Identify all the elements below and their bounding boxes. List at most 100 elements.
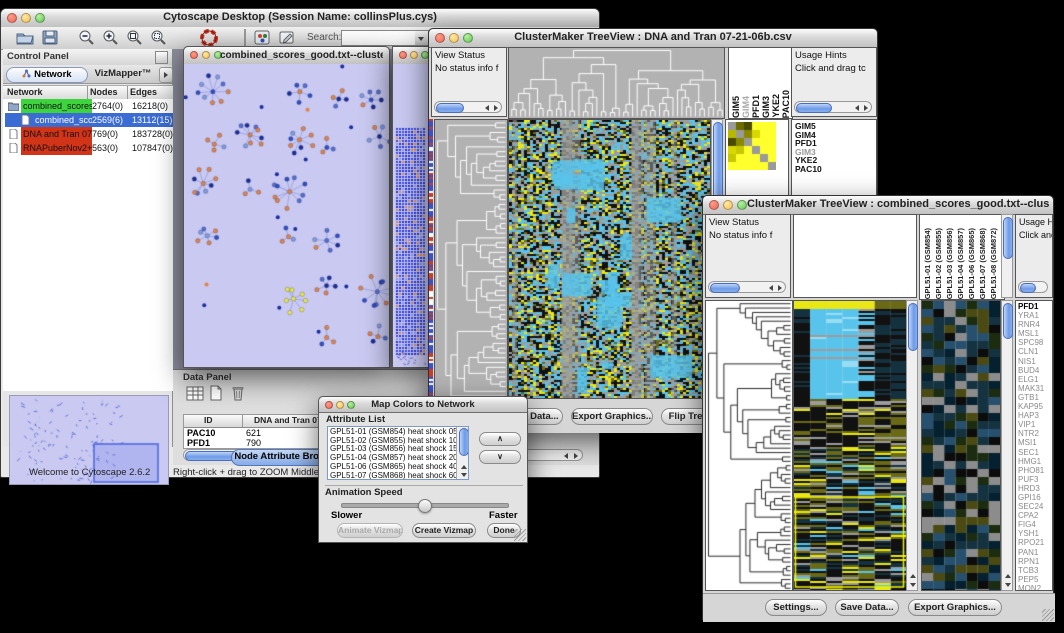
- close-icon[interactable]: [7, 13, 17, 23]
- gene-label[interactable]: MON2: [1018, 584, 1052, 591]
- row-value[interactable]: 790: [246, 438, 261, 448]
- animation-slider[interactable]: [341, 503, 509, 508]
- vscroll-thumb[interactable]: [1003, 303, 1013, 339]
- close-icon[interactable]: [325, 401, 333, 409]
- col-nodes[interactable]: Nodes: [90, 87, 118, 97]
- gene-label[interactable]: TCB3: [1018, 566, 1052, 575]
- gene-label[interactable]: FIG4: [1018, 520, 1052, 529]
- close-icon[interactable]: [190, 51, 198, 59]
- gene-label[interactable]: RPO21: [1018, 538, 1052, 547]
- close-icon[interactable]: [399, 51, 407, 59]
- tab-vizmapper[interactable]: VizMapper™: [88, 67, 158, 81]
- gene-label[interactable]: RNR4: [1018, 320, 1052, 329]
- maximize-icon[interactable]: [463, 33, 473, 43]
- animate-vizmap-button[interactable]: Animate Vizmap: [337, 523, 403, 538]
- gene-label[interactable]: PFD1: [1018, 302, 1052, 311]
- scroll-left-icon[interactable]: [485, 105, 489, 111]
- gene-label[interactable]: RPN1: [1018, 557, 1052, 566]
- attribute-listbox[interactable]: GPL51-01 (GSM854) heat shock 05 minGPL51…: [327, 426, 469, 480]
- hscroll-thumb[interactable]: [436, 103, 464, 113]
- slider-thumb[interactable]: [418, 499, 432, 513]
- scroll-right-icon[interactable]: [864, 105, 868, 111]
- tv2-status-hscrollbar[interactable]: [708, 281, 786, 293]
- zoom-fit-icon[interactable]: [125, 29, 145, 46]
- gene-label[interactable]: KAP95: [1018, 402, 1052, 411]
- gene-label[interactable]: ELG1: [1018, 375, 1052, 384]
- scroll-down-icon[interactable]: [910, 583, 916, 587]
- float-panel-icon[interactable]: [155, 51, 168, 64]
- search-input[interactable]: [341, 30, 417, 46]
- gene-label[interactable]: SEC24: [1018, 502, 1052, 511]
- tv2-heatmap[interactable]: [793, 300, 908, 591]
- gene-label[interactable]: HAP3: [1018, 411, 1052, 420]
- col-network[interactable]: Network: [7, 87, 43, 97]
- tv2-heatmap-vscrollbar[interactable]: [906, 300, 918, 591]
- gene-label[interactable]: PAC10: [795, 165, 876, 174]
- maximize-icon[interactable]: [347, 401, 355, 409]
- annotation-icon[interactable]: [278, 29, 298, 46]
- hscroll-thumb[interactable]: [710, 283, 740, 293]
- help-lifering-icon[interactable]: [199, 29, 219, 46]
- gene-label[interactable]: MAK31: [1018, 384, 1052, 393]
- move-up-button[interactable]: ∧: [479, 432, 521, 446]
- scroll-right-icon[interactable]: [574, 453, 578, 459]
- column-label[interactable]: GIM3: [761, 96, 771, 118]
- minimize-icon[interactable]: [449, 33, 459, 43]
- maximize-icon[interactable]: [737, 200, 747, 210]
- gene-label[interactable]: GTB1: [1018, 393, 1052, 402]
- tv2-row-dendrogram[interactable]: [705, 300, 793, 591]
- export-graphics-button[interactable]: Export Graphics...: [908, 599, 1002, 616]
- gene-label[interactable]: PEP5: [1018, 575, 1052, 584]
- row-id[interactable]: PAC10: [187, 428, 215, 438]
- column-label[interactable]: YKE2: [771, 94, 781, 118]
- zoom-in-icon[interactable]: [101, 29, 121, 46]
- vscroll-thumb[interactable]: [1003, 217, 1013, 259]
- hscroll-thumb[interactable]: [1020, 283, 1036, 293]
- network-row[interactable]: DNA and Tran 07 769(0) 183728(0): [5, 127, 173, 141]
- tv2-collabel-vscrollbar[interactable]: [1001, 214, 1013, 298]
- gene-label[interactable]: CLN1: [1018, 347, 1052, 356]
- tv1-status-hscrollbar[interactable]: [434, 101, 502, 113]
- treeview2-title-bar[interactable]: ClusterMaker TreeView : combined_scores_…: [703, 196, 1053, 215]
- column-label[interactable]: GPL51-04 (GSM857): [955, 228, 966, 299]
- network-canvas-2[interactable]: [393, 64, 431, 367]
- close-icon[interactable]: [435, 33, 445, 43]
- gene-label[interactable]: MSI1: [1018, 438, 1052, 447]
- tab-network[interactable]: Network: [6, 67, 88, 83]
- row-value[interactable]: 621: [246, 428, 261, 438]
- tv1-zoomed-heatmap[interactable]: [728, 122, 776, 170]
- zoom-selected-icon[interactable]: [149, 29, 169, 46]
- col-id[interactable]: ID: [204, 415, 213, 425]
- resize-grip[interactable]: [1042, 609, 1054, 621]
- gene-label[interactable]: NIS1: [1018, 357, 1052, 366]
- export-graphics-button[interactable]: Export Graphics...: [571, 408, 653, 425]
- listbox-vscrollbar[interactable]: [456, 427, 468, 479]
- minimize-icon[interactable]: [202, 51, 210, 59]
- gene-label[interactable]: BUD4: [1018, 366, 1052, 375]
- create-vizmap-button[interactable]: Create Vizmap: [412, 523, 476, 538]
- tv1-row-dendrogram[interactable]: [434, 119, 508, 399]
- trash-icon[interactable]: [231, 385, 251, 402]
- minimize-icon[interactable]: [336, 401, 344, 409]
- scroll-down-icon[interactable]: [461, 473, 467, 477]
- hscroll-thumb[interactable]: [796, 103, 832, 113]
- column-label[interactable]: PFD1: [751, 95, 761, 118]
- column-label[interactable]: GPL51-08 (GSM872): [988, 228, 999, 299]
- minimize-icon[interactable]: [723, 200, 733, 210]
- scroll-left-icon[interactable]: [769, 285, 773, 291]
- scroll-left-icon[interactable]: [855, 105, 859, 111]
- network-row-selected[interactable]: combined_sco 2569(6) 13112(15): [5, 113, 173, 127]
- treeview1-title-bar[interactable]: ClusterMaker TreeView : DNA and Tran 07-…: [429, 29, 877, 48]
- scroll-right-icon[interactable]: [778, 285, 782, 291]
- scroll-up-icon[interactable]: [1005, 574, 1011, 578]
- gene-label[interactable]: SEC1: [1018, 448, 1052, 457]
- table-grid-icon[interactable]: [186, 386, 206, 403]
- attribute-item[interactable]: GPL51-07 (GSM868) heat shock 60 min: [330, 472, 466, 480]
- gene-label[interactable]: PUF3: [1018, 475, 1052, 484]
- column-label[interactable]: GPL51-02 (GSM855): [933, 228, 944, 299]
- column-label[interactable]: GPL51-07 (GSM868): [977, 228, 988, 299]
- tv1-column-dendrogram[interactable]: [508, 47, 725, 119]
- dialog-title-bar[interactable]: Map Colors to Network: [319, 397, 527, 413]
- tv2-column-dendrogram[interactable]: [793, 214, 917, 298]
- gene-label[interactable]: SPC98: [1018, 338, 1052, 347]
